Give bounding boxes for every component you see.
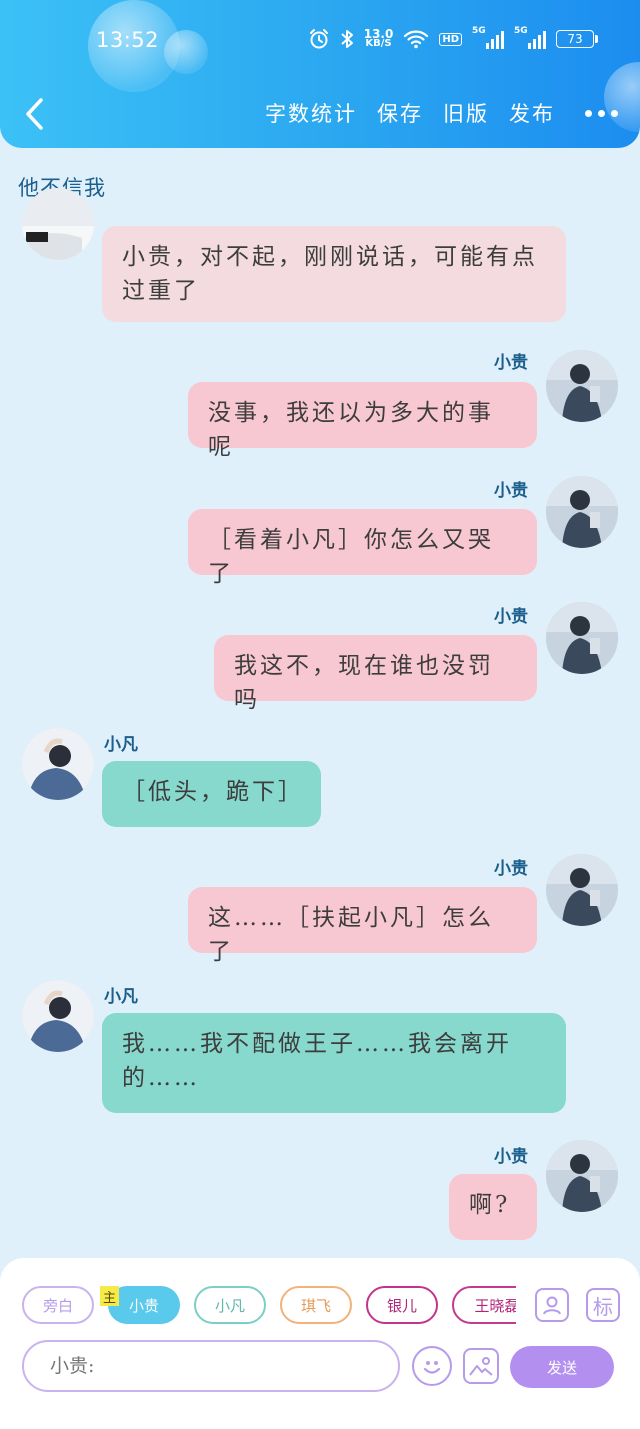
network-speed-unit: KB/S: [365, 38, 392, 49]
sender-name: 小凡: [104, 987, 138, 1007]
message-bubble[interactable]: 没事，我还以为多大的事呢: [188, 382, 537, 460]
message-bubble[interactable]: 我……我不配做王子……我会离开的……: [102, 1013, 566, 1113]
chevron-left-icon: [26, 98, 43, 130]
top-header: 13:52 13.0 KB/S HD 5G 5G 73 字数统计 保存 旧版 发…: [0, 0, 640, 148]
character-card-button[interactable]: [535, 1288, 569, 1322]
signal-label: 5G: [472, 26, 486, 36]
message-bubble[interactable]: 啊?: [449, 1174, 537, 1240]
label-button[interactable]: 标: [586, 1288, 620, 1322]
status-icons: 13.0 KB/S HD 5G 5G 73: [308, 26, 598, 50]
role-chip-qifei[interactable]: 琪飞: [280, 1286, 352, 1324]
signal-icon: 5G: [472, 26, 504, 49]
avatar[interactable]: [22, 188, 94, 260]
message-bubble[interactable]: 这……［扶起小凡］怎么了: [188, 887, 537, 965]
avatar[interactable]: [22, 728, 94, 800]
signal-label: 5G: [514, 26, 528, 36]
avatar[interactable]: [546, 350, 618, 422]
role-chip-yiner[interactable]: 银儿: [366, 1286, 438, 1324]
alarm-icon: [308, 28, 330, 50]
avatar[interactable]: [546, 476, 618, 548]
battery-level: 73: [567, 32, 583, 46]
old-version-button[interactable]: 旧版: [443, 98, 489, 128]
message-bubble[interactable]: 我这不，现在谁也没罚吗: [214, 635, 537, 713]
message-bubble[interactable]: ［看着小凡］你怎么又哭了: [188, 509, 537, 587]
message-bubble[interactable]: 小贵，对不起，刚刚说话，可能有点过重了: [102, 226, 566, 322]
wifi-icon: [403, 29, 429, 49]
header-actions: 字数统计 保存 旧版 发布: [265, 98, 618, 128]
sender-name: 小贵: [494, 353, 528, 373]
header-bubble-decoration: [164, 30, 208, 74]
sender-name: 小贵: [494, 859, 528, 879]
role-chip-xiaofan[interactable]: 小凡: [194, 1286, 266, 1324]
sender-name: 小凡: [104, 735, 138, 755]
smiley-icon: [423, 1361, 441, 1374]
label-icon: 标: [593, 1294, 613, 1319]
avatar[interactable]: [546, 602, 618, 674]
role-chip-narrator[interactable]: 旁白: [22, 1286, 94, 1324]
network-speed: 13.0 KB/S: [364, 28, 394, 49]
sender-name: 小贵: [494, 1147, 528, 1167]
message-bubble[interactable]: ［低头，跪下］: [102, 761, 321, 827]
more-options-button[interactable]: [585, 109, 618, 117]
avatar[interactable]: [546, 1140, 618, 1212]
send-button[interactable]: 发送: [510, 1346, 614, 1388]
role-chip-list[interactable]: 旁白 小贵 小凡 琪飞 银儿 王晓磊: [22, 1284, 516, 1328]
image-button[interactable]: [463, 1348, 499, 1384]
save-button[interactable]: 保存: [377, 98, 423, 128]
word-count-button[interactable]: 字数统计: [265, 98, 357, 128]
avatar[interactable]: [22, 980, 94, 1052]
battery-icon: 73: [556, 30, 598, 48]
bluetooth-icon: [340, 28, 354, 50]
sender-name: 小贵: [494, 607, 528, 627]
publish-button[interactable]: 发布: [509, 98, 555, 128]
image-icon: [469, 1357, 493, 1376]
message-input[interactable]: [48, 1354, 374, 1378]
status-time: 13:52: [96, 28, 160, 52]
role-chip-wangxiaolei[interactable]: 王晓磊: [452, 1286, 516, 1324]
hd-badge: HD: [439, 32, 462, 46]
back-button[interactable]: [20, 96, 48, 132]
main-role-tag: 主: [100, 1286, 119, 1306]
person-icon: [543, 1296, 561, 1315]
message-input-box[interactable]: [22, 1340, 400, 1392]
signal-icon: 5G: [514, 26, 546, 49]
avatar[interactable]: [546, 854, 618, 926]
emoji-button[interactable]: [412, 1346, 452, 1386]
sender-name: 小贵: [494, 481, 528, 501]
